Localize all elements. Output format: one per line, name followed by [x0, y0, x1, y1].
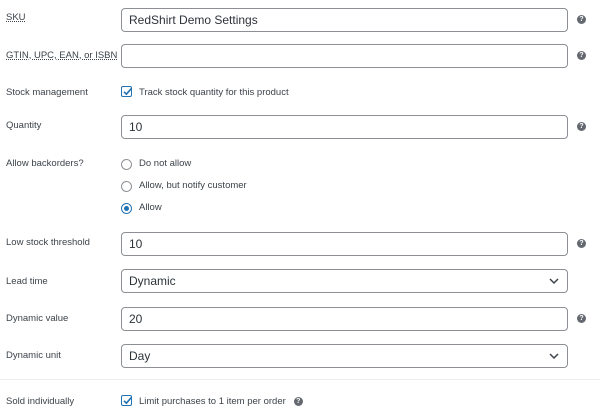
sold-individually-checkbox[interactable]: [121, 395, 132, 406]
chevron-down-icon: [549, 278, 559, 285]
dynamic-value-input[interactable]: 20: [121, 307, 568, 331]
quantity-input[interactable]: 10: [121, 115, 568, 139]
dynamic-unit-select[interactable]: Day: [121, 344, 568, 368]
gtin-input[interactable]: [121, 44, 568, 68]
dynamic-unit-label: Dynamic unit: [6, 350, 61, 361]
sold-individually-label: Sold individually: [6, 396, 75, 407]
stock-management-checkbox-label[interactable]: Track stock quantity for this product: [139, 87, 289, 99]
section-divider: [0, 379, 600, 380]
help-icon[interactable]: ?: [577, 239, 586, 248]
sold-individually-text: Limit purchases to 1 item per order: [139, 396, 286, 407]
backorders-option-label[interactable]: Allow: [139, 202, 162, 214]
backorders-label: Allow backorders?: [6, 158, 84, 169]
dynamic-value-label: Dynamic value: [6, 313, 69, 324]
help-icon[interactable]: ?: [577, 314, 586, 323]
help-icon[interactable]: ?: [577, 122, 586, 131]
checkmark-icon: [123, 88, 132, 96]
lead-time-label: Lead time: [6, 276, 48, 287]
lead-time-select[interactable]: Dynamic: [121, 269, 568, 293]
lead-time-value: Dynamic: [129, 274, 176, 288]
backorders-radio-notify[interactable]: [121, 181, 132, 192]
sold-individually-checkbox-label[interactable]: Limit purchases to 1 item per order?: [139, 396, 303, 408]
gtin-label: GTIN, UPC, EAN, or ISBN: [6, 50, 118, 61]
backorders-radio-allow[interactable]: [121, 203, 132, 214]
backorders-option-label[interactable]: Allow, but notify customer: [139, 180, 247, 192]
low-stock-label: Low stock threshold: [6, 237, 90, 248]
radio-selected-dot: [124, 206, 129, 211]
checkmark-icon: [123, 397, 132, 405]
low-stock-input[interactable]: 10: [121, 232, 568, 256]
help-icon[interactable]: ?: [577, 15, 586, 24]
stock-management-label: Stock management: [6, 87, 88, 98]
stock-management-checkbox[interactable]: [121, 86, 132, 97]
backorders-option-label[interactable]: Do not allow: [139, 158, 191, 170]
quantity-label: Quantity: [6, 120, 42, 131]
help-icon[interactable]: ?: [293, 397, 303, 406]
sku-label: SKU: [6, 12, 26, 23]
chevron-down-icon: [549, 353, 559, 360]
sku-input[interactable]: RedShirt Demo Settings: [121, 8, 568, 32]
help-icon[interactable]: ?: [577, 51, 586, 60]
dynamic-unit-value: Day: [129, 349, 151, 363]
backorders-radio-do-not-allow[interactable]: [121, 159, 132, 170]
